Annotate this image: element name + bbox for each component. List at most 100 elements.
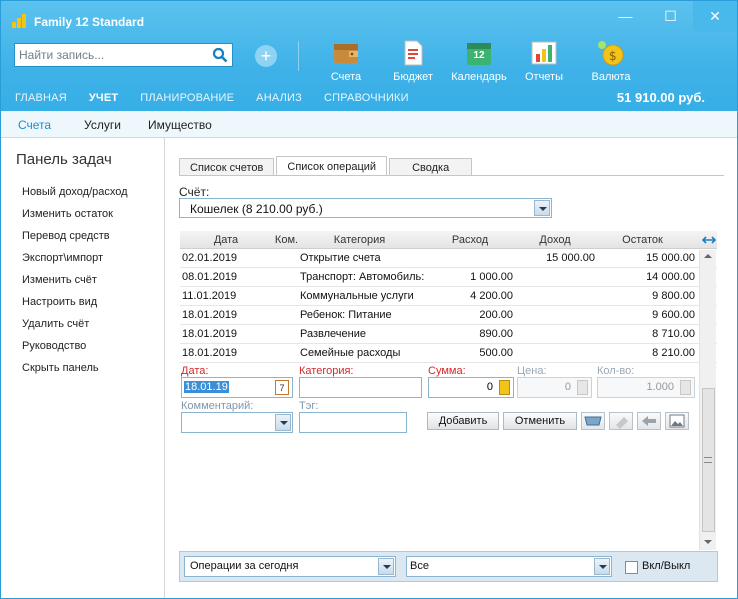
basket-icon[interactable] bbox=[581, 412, 605, 430]
undo-icon[interactable] bbox=[637, 412, 661, 430]
cell-date: 11.01.2019 bbox=[182, 290, 237, 302]
tag-field[interactable] bbox=[299, 412, 407, 433]
add-button[interactable]: Добавить bbox=[427, 412, 499, 430]
task-export-import[interactable]: Экспорт\импорт bbox=[22, 252, 103, 264]
qty-value: 1.000 bbox=[646, 381, 674, 393]
calculator-icon bbox=[680, 380, 691, 395]
eraser-icon[interactable] bbox=[609, 412, 633, 430]
table-row[interactable]: 18.01.2019 Ребенок: Питание 200.00 9 600… bbox=[180, 306, 717, 325]
scroll-down-icon[interactable] bbox=[704, 540, 712, 544]
date-value: 18.01.19 bbox=[184, 381, 229, 393]
close-icon[interactable]: ✕ bbox=[693, 1, 737, 31]
qty-label: Кол-во: bbox=[597, 365, 635, 377]
app-window: Family 12 Standard — ☐ ✕ + Счета Бюдж bbox=[0, 0, 738, 599]
sub-nav: Счета Услуги Имущество bbox=[1, 111, 737, 138]
reports-chart-icon bbox=[529, 39, 559, 67]
chevron-down-icon[interactable] bbox=[594, 558, 610, 575]
cell-date: 18.01.2019 bbox=[182, 347, 238, 359]
cell-balance: 15 000.00 bbox=[646, 252, 695, 264]
task-new-income-expense[interactable]: Новый доход/расход bbox=[22, 186, 128, 198]
col-expense[interactable]: Расход bbox=[430, 234, 510, 246]
cancel-button[interactable]: Отменить bbox=[503, 412, 577, 430]
scroll-up-icon[interactable] bbox=[704, 254, 712, 258]
search-icon[interactable] bbox=[212, 47, 228, 63]
toggle-checkbox[interactable] bbox=[625, 561, 638, 574]
cell-expense: 890.00 bbox=[479, 328, 513, 340]
col-balance[interactable]: Остаток bbox=[600, 234, 685, 246]
minimize-icon[interactable]: — bbox=[603, 1, 648, 31]
subnav-services[interactable]: Услуги bbox=[84, 118, 121, 132]
table-row[interactable]: 18.01.2019 Развлечение 890.00 8 710.00 bbox=[180, 325, 717, 344]
chevron-down-icon[interactable] bbox=[275, 414, 291, 431]
table-row[interactable]: 08.01.2019 Транспорт: Автомобиль: 1 000.… bbox=[180, 268, 717, 287]
calendar-icon: 12 bbox=[464, 39, 494, 67]
total-balance: 51 910.00 руб. bbox=[616, 90, 705, 105]
search-input[interactable] bbox=[19, 47, 209, 63]
task-guide[interactable]: Руководство bbox=[22, 340, 86, 352]
table-row[interactable]: 02.01.2019 Открытие счета 15 000.00 15 0… bbox=[180, 249, 717, 268]
tool-label: Календарь bbox=[451, 71, 507, 83]
date-label: Дата: bbox=[181, 365, 209, 377]
calculator-icon[interactable] bbox=[499, 380, 510, 395]
account-label: Счёт: bbox=[179, 185, 210, 199]
nav-home[interactable]: ГЛАВНАЯ bbox=[15, 92, 67, 104]
table-row[interactable]: 11.01.2019 Коммунальные услуги 4 200.00 … bbox=[180, 287, 717, 306]
tab-accounts-list[interactable]: Список счетов bbox=[179, 158, 275, 176]
filter-value: Все bbox=[410, 560, 429, 572]
comment-field[interactable] bbox=[181, 412, 293, 433]
task-configure-view[interactable]: Настроить вид bbox=[22, 296, 97, 308]
table-row[interactable]: 18.01.2019 Семейные расходы 500.00 8 210… bbox=[180, 344, 717, 363]
task-transfer[interactable]: Перевод средств bbox=[22, 230, 110, 242]
add-record-button[interactable]: + bbox=[255, 45, 277, 67]
sum-label: Сумма: bbox=[428, 365, 466, 377]
price-label: Цена: bbox=[517, 365, 547, 377]
calendar-picker-icon[interactable]: 7 bbox=[275, 380, 289, 395]
nav-planning[interactable]: ПЛАНИРОВАНИЕ bbox=[140, 92, 234, 104]
col-income[interactable]: Доход bbox=[515, 234, 595, 246]
task-delete-account[interactable]: Удалить счёт bbox=[22, 318, 89, 330]
chevron-down-icon[interactable] bbox=[378, 558, 394, 575]
sum-field[interactable]: 0 bbox=[428, 377, 514, 398]
cell-balance: 14 000.00 bbox=[646, 271, 695, 283]
tab-summary[interactable]: Сводка bbox=[389, 158, 473, 176]
vertical-scrollbar[interactable] bbox=[699, 250, 716, 550]
price-field: 0 bbox=[517, 377, 592, 398]
nav-accounting[interactable]: УЧЕТ bbox=[89, 92, 118, 104]
nav-references[interactable]: СПРАВОЧНИКИ bbox=[324, 92, 409, 104]
task-edit-account[interactable]: Изменить счёт bbox=[22, 274, 97, 286]
column-settings-icon[interactable] bbox=[702, 235, 716, 245]
tool-currency-button[interactable]: $ Валюта bbox=[576, 39, 646, 83]
chevron-down-icon[interactable] bbox=[534, 200, 550, 216]
maximize-icon[interactable]: ☐ bbox=[648, 1, 693, 31]
task-hide-panel[interactable]: Скрыть панель bbox=[22, 362, 99, 374]
col-comment[interactable]: Ком. bbox=[273, 234, 300, 246]
task-change-balance[interactable]: Изменить остаток bbox=[22, 208, 113, 220]
wallet-icon bbox=[331, 39, 361, 67]
period-select[interactable]: Операции за сегодня bbox=[184, 556, 396, 577]
subnav-accounts[interactable]: Счета bbox=[18, 118, 51, 132]
date-field[interactable]: 18.01.19 7 bbox=[181, 377, 293, 398]
tab-bar: Список счетов Список операций Сводка bbox=[179, 156, 474, 176]
category-field[interactable] bbox=[299, 377, 422, 398]
subnav-property[interactable]: Имущество bbox=[148, 118, 212, 132]
tool-accounts-button[interactable]: Счета bbox=[311, 39, 381, 83]
top-toolbar: Family 12 Standard — ☐ ✕ + Счета Бюдж bbox=[1, 1, 737, 111]
app-title: Family 12 Standard bbox=[34, 15, 145, 29]
price-value: 0 bbox=[564, 381, 571, 393]
image-icon[interactable] bbox=[665, 412, 689, 430]
tool-budget-button[interactable]: Бюджет bbox=[378, 39, 448, 83]
filter-select[interactable]: Все bbox=[406, 556, 612, 577]
cell-balance: 8 210.00 bbox=[652, 347, 695, 359]
currency-coin-icon: $ bbox=[596, 39, 626, 67]
tab-operations-list[interactable]: Список операций bbox=[276, 156, 388, 176]
toggle-label: Вкл/Выкл bbox=[642, 560, 691, 572]
col-date[interactable]: Дата bbox=[195, 234, 257, 246]
cell-balance: 9 800.00 bbox=[652, 290, 695, 302]
tool-reports-button[interactable]: Отчеты bbox=[509, 39, 579, 83]
col-category[interactable]: Категория bbox=[302, 234, 417, 246]
nav-analysis[interactable]: АНАЛИЗ bbox=[256, 92, 302, 104]
cell-income: 15 000.00 bbox=[546, 252, 595, 264]
account-select[interactable]: Кошелек (8 210.00 руб.) bbox=[179, 198, 552, 218]
tool-calendar-button[interactable]: 12 Календарь bbox=[444, 39, 514, 83]
cell-category: Коммунальные услуги bbox=[300, 290, 414, 302]
